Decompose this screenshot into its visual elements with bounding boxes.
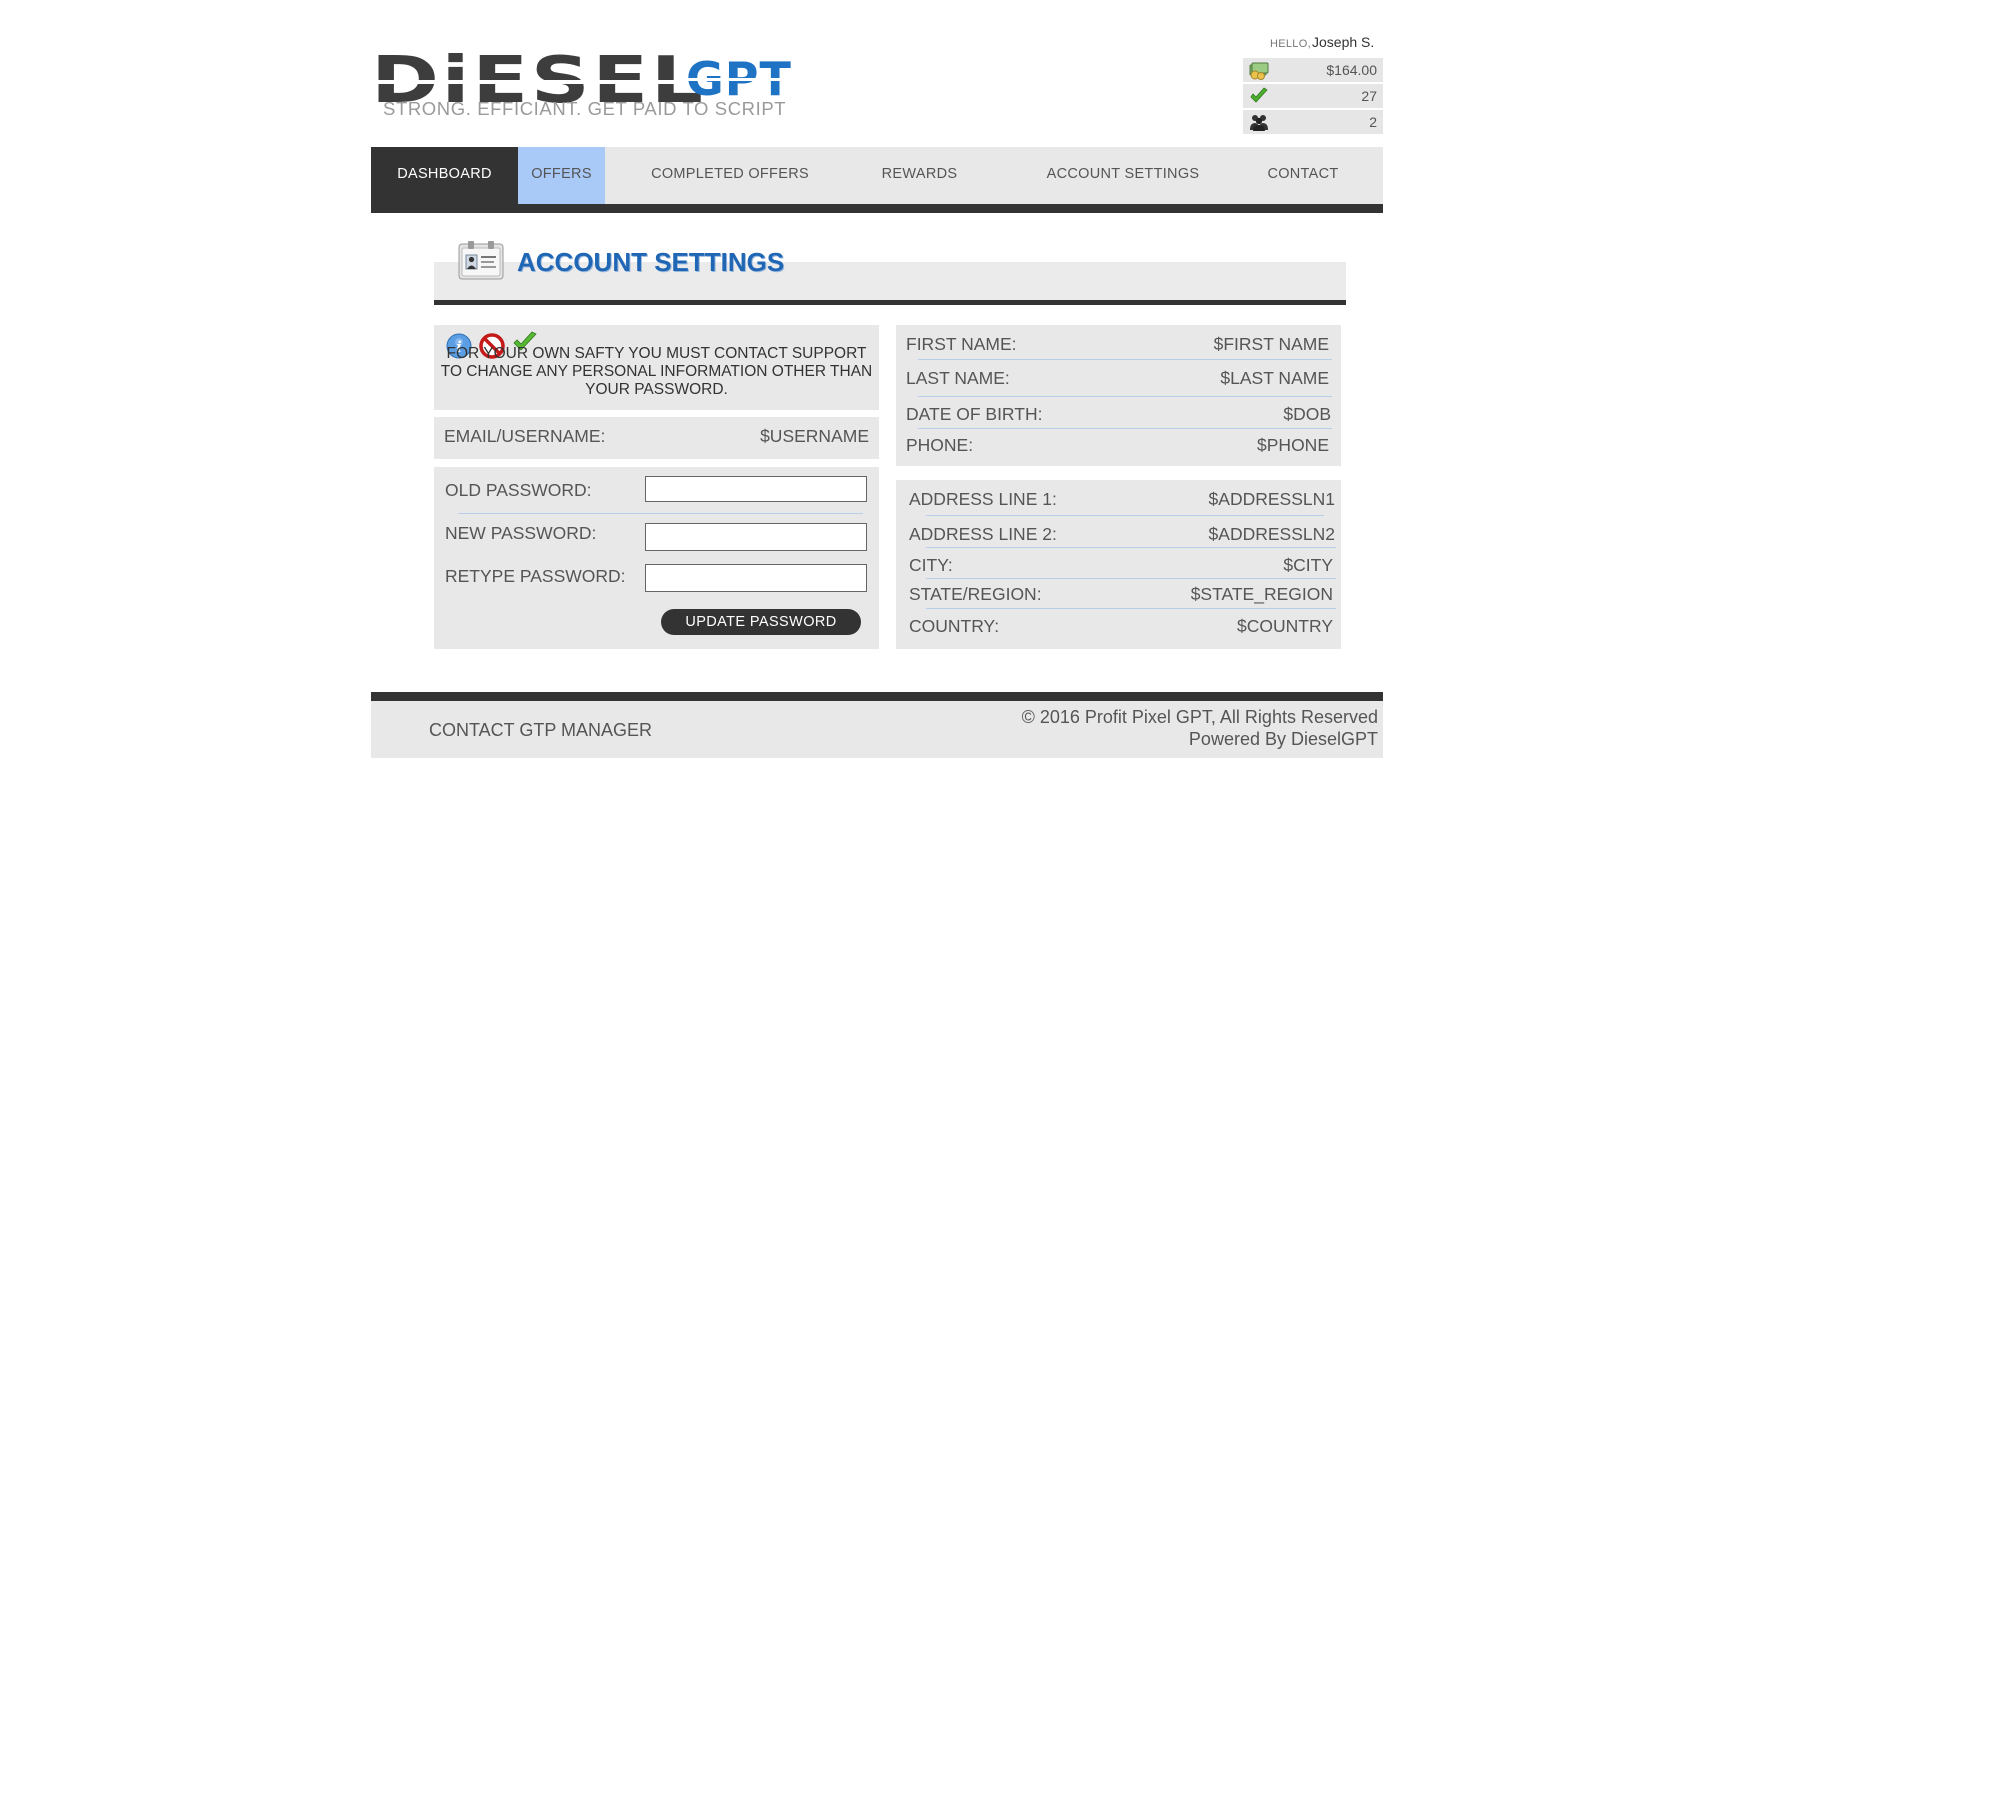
referrals-value: 2 <box>1369 114 1377 130</box>
users-icon <box>1250 115 1268 131</box>
new-password-input[interactable] <box>645 523 867 551</box>
money-icon <box>1249 62 1269 80</box>
completed-stat: 27 <box>1243 84 1383 108</box>
row-divider <box>926 515 1324 516</box>
powered-by-text: Powered By DieselGPT <box>1188 729 1378 749</box>
city-label: CITY: <box>909 555 953 575</box>
user-name[interactable]: Joseph S. <box>1312 34 1374 50</box>
tagline: STRONG. EFFICIANT. GET PAID TO SCRIPT <box>383 98 787 119</box>
footer-divider <box>371 692 1383 701</box>
completed-value: 27 <box>1361 88 1377 104</box>
phone-value: $PHONE <box>1257 435 1329 455</box>
first-name-value: $FIRST NAME <box>1213 334 1329 354</box>
update-password-button[interactable]: UPDATE PASSWORD <box>661 609 861 635</box>
first-name-label: FIRST NAME: <box>906 334 1017 354</box>
address-line-1-label: ADDRESS LINE 1: <box>909 489 1057 509</box>
city-value: $CITY <box>1283 555 1333 575</box>
logo-accent: GPT <box>686 52 792 106</box>
contact-manager-link[interactable]: CONTACT GTP MANAGER <box>429 720 652 741</box>
address-line-2-value: $ADDRESSLN2 <box>1208 524 1335 544</box>
row-divider <box>926 547 1336 548</box>
balance-stat: $164.00 <box>1243 58 1383 82</box>
old-password-input[interactable] <box>645 476 867 502</box>
notice-text: FOR YOUR OWN SAFTY YOU MUST CONTACT SUPP… <box>440 345 873 398</box>
balance-value: $164.00 <box>1326 62 1377 78</box>
copyright-text: © 2016 Profit Pixel GPT, All Rights Rese… <box>1021 707 1378 727</box>
last-name-value: $LAST NAME <box>1220 368 1329 388</box>
page-title: ACCOUNT SETTINGS <box>517 247 785 277</box>
section-header-divider <box>434 300 1346 305</box>
email-panel: EMAIL/USERNAME: $USERNAME <box>434 417 879 459</box>
nav-completed-offers[interactable]: COMPLETED OFFERS <box>641 147 819 204</box>
nav-offers[interactable]: OFFERS <box>518 147 605 204</box>
row-divider <box>918 359 1332 360</box>
nav-dashboard[interactable]: DASHBOARD <box>371 147 518 204</box>
dob-label: DATE OF BIRTH: <box>906 404 1043 424</box>
email-label: EMAIL/USERNAME: <box>444 426 606 446</box>
nav-contact[interactable]: CONTACT <box>1243 147 1363 204</box>
country-label: COUNTRY: <box>909 616 1000 636</box>
email-value: $USERNAME <box>760 426 869 446</box>
address-panel: ADDRESS LINE 1: $ADDRESSLN1 ADDRESS LINE… <box>896 480 1341 649</box>
state-label: STATE/REGION: <box>909 584 1042 604</box>
dob-value: $DOB <box>1283 404 1331 424</box>
country-value: $COUNTRY <box>1237 616 1333 636</box>
id-card-icon <box>458 241 504 280</box>
state-value: $STATE_REGION <box>1190 584 1333 604</box>
row-divider <box>918 396 1332 397</box>
row-divider <box>926 608 1336 609</box>
retype-password-input[interactable] <box>645 564 867 592</box>
address-line-2-label: ADDRESS LINE 2: <box>909 524 1057 544</box>
last-name-label: LAST NAME: <box>906 368 1010 388</box>
new-password-label: NEW PASSWORD: <box>445 523 597 543</box>
referrals-stat: 2 <box>1243 110 1383 134</box>
row-divider <box>926 578 1336 579</box>
row-divider <box>918 428 1332 429</box>
personal-info-panel: FIRST NAME: $FIRST NAME LAST NAME: $LAST… <box>896 325 1341 466</box>
footer: CONTACT GTP MANAGER © 2016 Profit Pixel … <box>371 701 1383 758</box>
form-divider <box>458 513 863 514</box>
nav-divider <box>371 204 1383 213</box>
address-line-1-value: $ADDRESSLN1 <box>1208 489 1335 509</box>
nav-rewards[interactable]: REWARDS <box>861 147 978 204</box>
nav-account-settings[interactable]: ACCOUNT SETTINGS <box>1023 147 1223 204</box>
phone-label: PHONE: <box>906 435 974 455</box>
greeting: HELLO, <box>1270 38 1311 50</box>
main-nav: DASHBOARD OFFERS COMPLETED OFFERS REWARD… <box>371 147 1383 204</box>
checkmark-icon <box>1250 87 1268 103</box>
change-password-form: OLD PASSWORD: NEW PASSWORD: RETYPE PASSW… <box>434 467 879 649</box>
retype-password-label: RETYPE PASSWORD: <box>445 566 626 586</box>
old-password-label: OLD PASSWORD: <box>445 480 592 500</box>
safety-notice: i FOR YOUR OWN SAFTY YOU MUST CONTACT SU… <box>434 325 879 410</box>
